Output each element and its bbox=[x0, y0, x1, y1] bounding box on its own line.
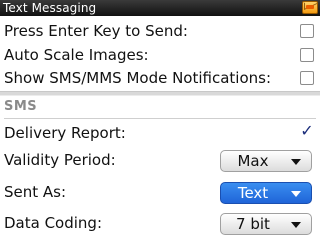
option-label: Data Coding: bbox=[4, 214, 103, 232]
press-enter-checkbox[interactable] bbox=[300, 24, 314, 38]
option-show-sms-mms-notifications[interactable]: Show SMS/MMS Mode Notifications: bbox=[0, 66, 320, 90]
option-label: Delivery Report: bbox=[4, 124, 126, 142]
caret-down-icon bbox=[291, 222, 301, 228]
section-divider bbox=[0, 91, 320, 96]
checkmark-icon[interactable]: ✓ bbox=[298, 122, 316, 140]
option-label: Validity Period: bbox=[4, 151, 116, 169]
dropdown-value: 7 bit bbox=[236, 215, 270, 233]
caret-down-icon bbox=[291, 159, 301, 165]
validity-period-dropdown[interactable]: Max bbox=[220, 150, 312, 172]
sent-as-dropdown[interactable]: Text bbox=[220, 182, 312, 204]
option-label: Sent As: bbox=[4, 183, 67, 201]
dropdown-value: Text bbox=[237, 184, 269, 202]
data-coding-dropdown[interactable]: 7 bit bbox=[220, 213, 312, 235]
dropdown-value: Max bbox=[237, 152, 269, 170]
app-title: Text Messaging bbox=[3, 1, 97, 15]
section-title-sms: SMS bbox=[4, 99, 38, 114]
option-label: Auto Scale Images: bbox=[4, 46, 149, 64]
envelope-icon bbox=[302, 1, 318, 14]
option-sent-as: Sent As: Text bbox=[0, 180, 320, 204]
option-press-enter-to-send[interactable]: Press Enter Key to Send: bbox=[0, 19, 320, 43]
option-data-coding: Data Coding: 7 bit bbox=[0, 211, 320, 235]
caret-down-icon bbox=[291, 191, 301, 197]
option-delivery-report[interactable]: Delivery Report: ✓ bbox=[0, 121, 320, 145]
auto-scale-checkbox[interactable] bbox=[300, 48, 314, 62]
title-bar: Text Messaging bbox=[0, 0, 320, 16]
section-separator-line bbox=[4, 118, 316, 119]
option-auto-scale-images[interactable]: Auto Scale Images: bbox=[0, 43, 320, 67]
option-label: Press Enter Key to Send: bbox=[4, 22, 188, 40]
option-validity-period: Validity Period: Max bbox=[0, 148, 320, 172]
option-label: Show SMS/MMS Mode Notifications: bbox=[4, 69, 272, 87]
sms-mms-notifications-checkbox[interactable] bbox=[300, 71, 314, 85]
